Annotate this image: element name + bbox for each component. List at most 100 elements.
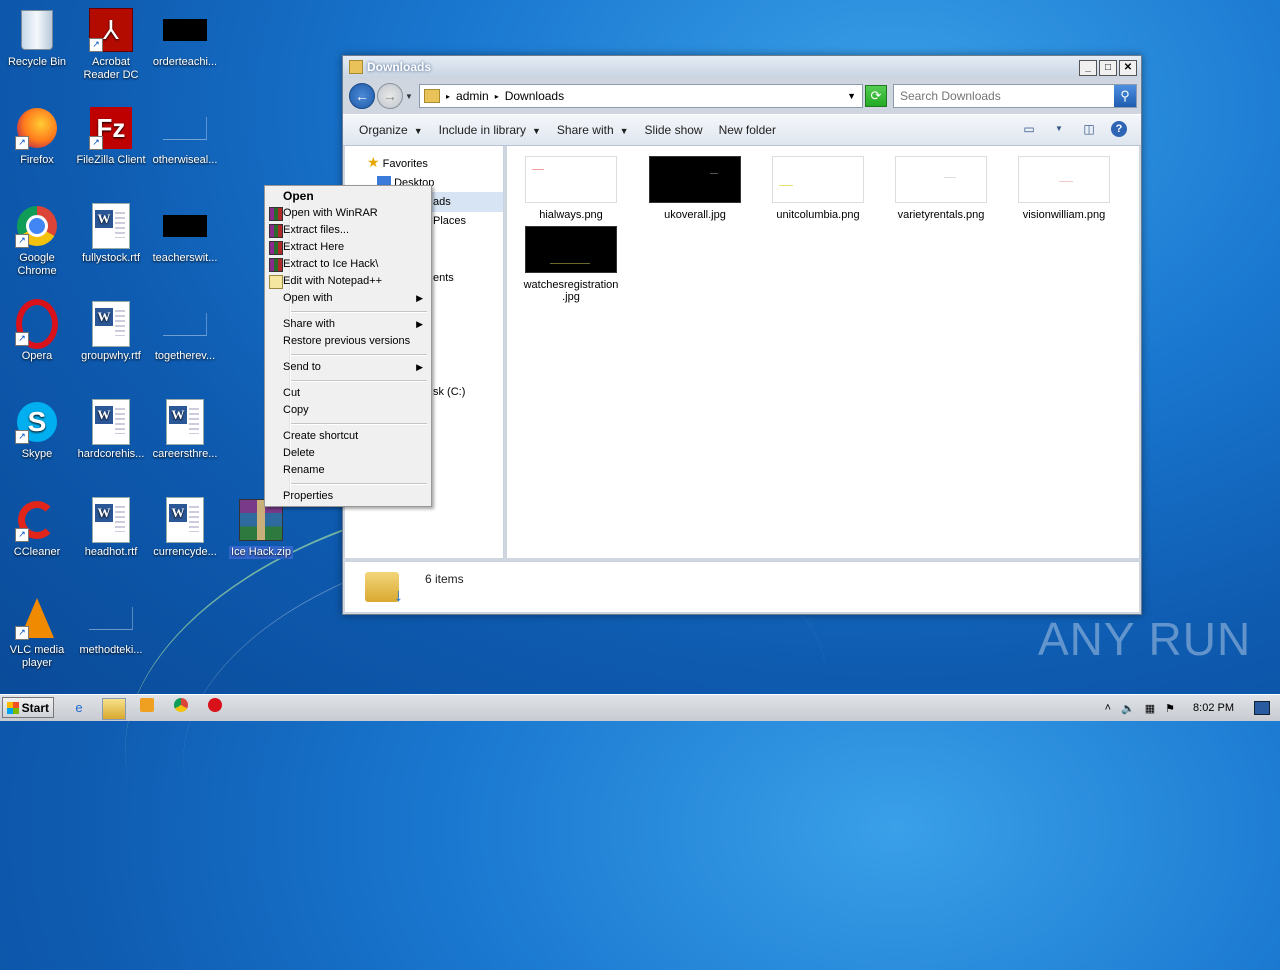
file-item[interactable]: unitcolumbia.png (768, 156, 868, 221)
desktop-icon-opera[interactable]: ↗ Opera (0, 299, 74, 363)
menu-label: Open with (283, 292, 333, 304)
menu-label: Cut (283, 387, 301, 399)
desktop-icon-filezilla[interactable]: Fz ↗ FileZilla Client (74, 106, 148, 167)
file-explorer-taskbar-icon[interactable] (102, 698, 126, 720)
menu-item-open[interactable]: Open (267, 188, 429, 205)
file-item[interactable]: hialways.png (521, 156, 621, 221)
image-thumbnail (772, 156, 864, 203)
newfolder-label: New folder (718, 123, 776, 137)
ccleaner-icon: ↗ (15, 498, 59, 542)
slide-show-button[interactable]: Slide show (637, 123, 711, 137)
desktop-icon-otherwiseal[interactable]: otherwiseal... (148, 106, 222, 167)
breadcrumb-admin[interactable]: admin (456, 89, 489, 103)
search-input[interactable] (894, 85, 1112, 107)
close-button[interactable]: ✕ (1119, 60, 1137, 76)
menu-item-cut[interactable]: Cut (267, 385, 429, 402)
network-icon[interactable]: ▦ (1145, 702, 1155, 715)
explorer-window[interactable]: Downloads _ □ ✕ ← → ▼ ▸ admin ▸ Download… (342, 55, 1142, 615)
menu-item-send-to[interactable]: Send to ▶ (267, 359, 429, 376)
desktop-icon-vlc[interactable]: ↗ VLC media player (0, 596, 74, 670)
menu-item-create-shortcut[interactable]: Create shortcut (267, 428, 429, 445)
nav-item-downloads[interactable]: ads (433, 196, 451, 208)
breadcrumb-downloads[interactable]: Downloads (505, 89, 564, 103)
minimize-button[interactable]: _ (1079, 60, 1097, 76)
menu-item-open-with-winrar[interactable]: Open with WinRAR (267, 205, 429, 222)
show-hidden-icons-icon[interactable]: ˄ (1105, 702, 1111, 714)
desktop-icon-ice-hack-zip[interactable]: Ice Hack.zip (224, 498, 298, 562)
breadcrumb-separator[interactable]: ▸ (495, 92, 499, 101)
taskbar: Start e ˄ 🔈 ▦ ⚑ 8:02 PM (0, 694, 1280, 721)
menu-item-extract-to[interactable]: Extract to Ice Hack\ (267, 256, 429, 273)
desktop-icon-acrobat[interactable]: ⅄ ↗ Acrobat Reader DC (74, 8, 148, 82)
desktop-icon-togetherev[interactable]: togetherev... (148, 302, 222, 363)
desktop-icon-orderteachi[interactable]: orderteachi... (148, 8, 222, 69)
menu-item-extract-files[interactable]: Extract files... (267, 222, 429, 239)
clock[interactable]: 8:02 PM (1193, 702, 1234, 714)
desktop-icon-currencyde[interactable]: W currencyde... (148, 497, 222, 559)
desktop-icon-recycle-bin[interactable]: Recycle Bin (0, 8, 74, 69)
search-icon[interactable]: ⚲ (1114, 85, 1136, 107)
menu-item-properties[interactable]: Properties (267, 488, 429, 505)
desktop-icon-methodteki[interactable]: methodteki... (74, 596, 148, 657)
include-in-library-button[interactable]: Include in library ▼ (431, 123, 549, 137)
nav-disk-label: sk (C:) (433, 386, 466, 398)
nav-downloads-label: ads (433, 196, 451, 208)
view-options-icon[interactable]: ▭ (1021, 122, 1037, 136)
chrome-taskbar-icon[interactable] (170, 698, 192, 718)
opera-taskbar-icon[interactable] (204, 698, 226, 718)
desktop-icon-hardcorehis[interactable]: W hardcorehis... (74, 399, 148, 461)
nav-item-documents[interactable]: ents (433, 272, 454, 284)
preview-pane-icon[interactable]: ◫ (1081, 122, 1097, 136)
nav-item-recent-places[interactable]: Places (433, 215, 466, 227)
menu-item-delete[interactable]: Delete (267, 445, 429, 462)
nav-item-favorites[interactable]: ★ Favorites (367, 154, 428, 171)
action-center-flag-icon[interactable]: ⚑ (1165, 702, 1175, 715)
file-item[interactable]: watchesregistration .jpg (521, 226, 621, 303)
desktop-icon-careersthre[interactable]: W careersthre... (148, 399, 222, 461)
internet-explorer-icon[interactable]: e (68, 698, 90, 718)
organize-label: Organize (359, 123, 408, 137)
maximize-button[interactable]: □ (1099, 60, 1117, 76)
show-desktop-icon[interactable] (1254, 701, 1270, 715)
desktop-icon-teacherswit[interactable]: teacherswit... (148, 204, 222, 265)
share-with-button[interactable]: Share with ▼ (549, 123, 637, 137)
window-titlebar[interactable]: Downloads _ □ ✕ (343, 56, 1141, 78)
menu-item-copy[interactable]: Copy (267, 402, 429, 419)
menu-item-rename[interactable]: Rename (267, 462, 429, 479)
desktop-icon-fullystock[interactable]: W fullystock.rtf (74, 203, 148, 265)
menu-item-edit-notepad[interactable]: Edit with Notepad++ (267, 273, 429, 290)
recent-pages-dropdown[interactable]: ▼ (405, 92, 413, 101)
desktop-icon-firefox[interactable]: ↗ Firefox (0, 106, 74, 167)
help-icon[interactable]: ? (1111, 121, 1127, 137)
address-bar[interactable]: ▸ admin ▸ Downloads ▼ (419, 84, 863, 108)
menu-item-extract-here[interactable]: Extract Here (267, 239, 429, 256)
back-button[interactable]: ← (349, 83, 375, 109)
menu-item-restore-previous[interactable]: Restore previous versions (267, 333, 429, 350)
search-box[interactable]: ⚲ (893, 84, 1137, 108)
desktop-icon-ccleaner[interactable]: ↗ CCleaner (0, 498, 74, 559)
desktop-icon-groupwhy[interactable]: W groupwhy.rtf (74, 301, 148, 363)
view-dropdown-icon[interactable]: ▼ (1051, 122, 1067, 136)
desktop-icon-chrome[interactable]: ↗ Google Chrome (0, 204, 74, 278)
desktop-icon-headhot[interactable]: W headhot.rtf (74, 497, 148, 559)
desktop-icon-skype[interactable]: S ↗ Skype (0, 400, 74, 461)
file-item[interactable]: visionwilliam.png (1014, 156, 1114, 221)
desktop-icon-label: Skype (21, 448, 53, 460)
menu-item-share-with[interactable]: Share with ▶ (267, 316, 429, 333)
windows-logo-icon (7, 702, 19, 714)
file-item[interactable]: varietyrentals.png (891, 156, 991, 221)
breadcrumb-separator[interactable]: ▸ (446, 92, 450, 101)
refresh-button[interactable]: ⟳ (865, 85, 887, 107)
forward-button[interactable]: → (377, 83, 403, 109)
start-button[interactable]: Start (2, 697, 54, 718)
media-player-icon[interactable] (136, 698, 158, 718)
new-folder-button[interactable]: New folder (711, 123, 784, 137)
nav-item-local-disk[interactable]: sk (C:) (433, 386, 465, 398)
menu-label: Edit with Notepad++ (283, 275, 383, 287)
address-dropdown[interactable]: ▼ (847, 91, 856, 101)
submenu-arrow-icon: ▶ (416, 293, 423, 303)
volume-icon[interactable]: 🔈 (1121, 702, 1135, 715)
file-item[interactable]: ukoverall.jpg (645, 156, 745, 221)
organize-button[interactable]: Organize ▼ (351, 123, 431, 137)
menu-item-open-with[interactable]: Open with ▶ (267, 290, 429, 307)
